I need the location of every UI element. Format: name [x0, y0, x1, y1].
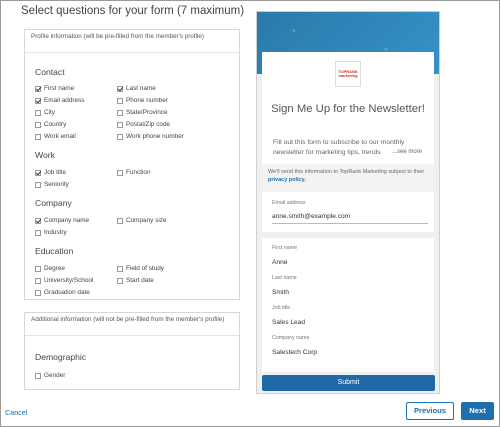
option-field-of-study[interactable]: Field of study	[117, 264, 164, 273]
first-name-field[interactable]: Anne	[272, 259, 287, 266]
checkbox[interactable]	[35, 289, 41, 296]
next-button[interactable]: Next	[461, 402, 494, 420]
checkbox[interactable]	[35, 229, 41, 236]
previous-button[interactable]: Previous	[406, 402, 454, 420]
profile-information-panel: Profile information (will be pre-filled …	[24, 29, 240, 300]
option-state-province[interactable]: State/Province	[117, 108, 168, 117]
group-title-demographic: Demographic	[35, 352, 87, 362]
group-title-education: Education	[35, 246, 74, 256]
email-field[interactable]: anne.smith@example.com	[272, 213, 350, 220]
additional-panel-header: Additional information (will not be pre-…	[25, 313, 239, 336]
checkbox[interactable]	[117, 217, 123, 224]
job-title-field[interactable]: Sales Lead	[272, 319, 305, 326]
option-university-school[interactable]: University/School	[35, 276, 93, 285]
page-title: Select questions for your form (7 maximu…	[21, 5, 245, 17]
checkbox[interactable]	[35, 85, 41, 92]
checkbox[interactable]	[117, 121, 123, 128]
option-work-phone-number[interactable]: Work phone number	[117, 132, 184, 141]
form-preview: TOPRANK marketing Sign Me Up for the New…	[256, 11, 440, 394]
group-title-company: Company	[35, 198, 72, 208]
option-country[interactable]: Country	[35, 120, 66, 129]
option-work-email[interactable]: Work email	[35, 132, 76, 141]
cancel-link[interactable]: Cancel	[5, 408, 27, 417]
checkbox[interactable]	[117, 109, 123, 116]
checkbox[interactable]	[35, 133, 41, 140]
option-company-size[interactable]: Company size	[117, 216, 167, 225]
checkbox[interactable]	[35, 109, 41, 116]
last-name-field[interactable]: Smith	[272, 289, 289, 296]
privacy-notice: We'll send this information to TopRank M…	[262, 164, 434, 192]
checkbox[interactable]	[117, 265, 123, 272]
preview-description: Fill out this form to subscribe to our m…	[273, 139, 405, 156]
option-gender[interactable]: Gender	[35, 371, 65, 380]
group-title-work: Work	[35, 150, 55, 160]
checkbox[interactable]	[117, 97, 123, 104]
option-industry[interactable]: Industry	[35, 228, 67, 237]
checkbox[interactable]	[35, 181, 41, 188]
option-last-name[interactable]: Last name	[117, 84, 156, 93]
company-name-field[interactable]: Salestech Corp	[272, 349, 317, 356]
option-postal-zip-code[interactable]: Postal/Zip code	[117, 120, 170, 129]
preview-card: TOPRANK marketing Sign Me Up for the New…	[262, 52, 434, 372]
preview-title: Sign Me Up for the Newsletter!	[271, 103, 425, 115]
company-logo: TOPRANK marketing	[335, 61, 361, 87]
checkbox[interactable]	[35, 121, 41, 128]
see-more-link[interactable]: ...see more	[389, 149, 422, 155]
checkbox[interactable]	[35, 265, 41, 272]
checkbox[interactable]	[35, 277, 41, 284]
option-degree[interactable]: Degree	[35, 264, 65, 273]
additional-information-panel: Additional information (will not be pre-…	[24, 312, 240, 390]
option-city[interactable]: City	[35, 108, 55, 117]
checkbox[interactable]	[35, 372, 41, 379]
option-seniority[interactable]: Seniority	[35, 180, 69, 189]
checkbox[interactable]	[117, 133, 123, 140]
checkbox[interactable]	[117, 85, 123, 92]
option-company-name[interactable]: Company name	[35, 216, 89, 225]
checkbox[interactable]	[35, 97, 41, 104]
option-start-date[interactable]: Start date	[117, 276, 154, 285]
privacy-policy-link[interactable]: privacy policy.	[268, 177, 306, 183]
checkbox[interactable]	[117, 169, 123, 176]
option-phone-number[interactable]: Phone number	[117, 96, 168, 105]
option-job-title[interactable]: Job title	[35, 168, 66, 177]
preview-field-email: Email address anne.smith@example.com	[262, 192, 434, 232]
option-email-address[interactable]: Email address	[35, 96, 85, 105]
profile-panel-header: Profile information (will be pre-filled …	[25, 30, 239, 53]
submit-button[interactable]: Submit	[262, 375, 435, 391]
checkbox[interactable]	[35, 169, 41, 176]
group-title-contact: Contact	[35, 67, 65, 77]
option-function[interactable]: Function	[117, 168, 151, 177]
checkbox[interactable]	[35, 217, 41, 224]
option-first-name[interactable]: First name	[35, 84, 74, 93]
option-graduation-date[interactable]: Graduation date	[35, 288, 90, 297]
checkbox[interactable]	[117, 277, 123, 284]
preview-fields-profile: First name Anne Last name Smith Job titl…	[262, 238, 434, 372]
